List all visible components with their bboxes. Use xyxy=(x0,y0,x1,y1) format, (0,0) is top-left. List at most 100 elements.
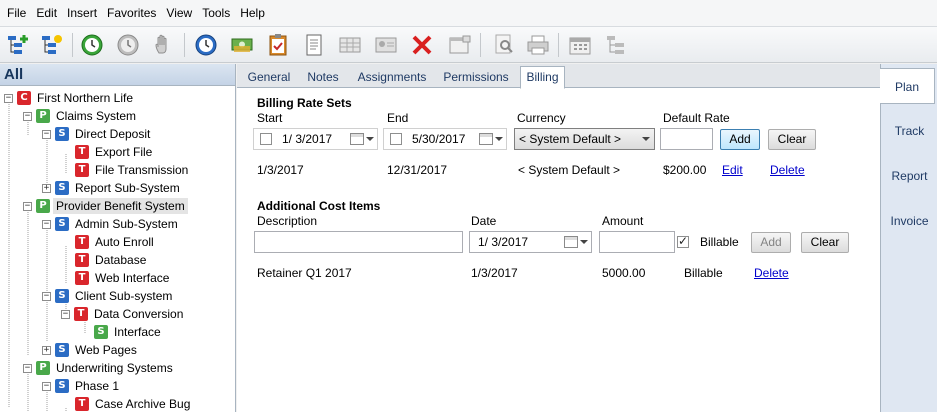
default-rate-label: Default Rate xyxy=(663,111,730,125)
tree-node-provider-benefit-system[interactable]: − P Provider Benefit System xyxy=(23,197,188,215)
document-icon[interactable] xyxy=(300,31,328,59)
add-sibling-node-icon[interactable] xyxy=(38,31,66,59)
tree-node-database[interactable]: T Database xyxy=(75,251,149,269)
tree-node-underwriting-systems[interactable]: − P Underwriting Systems xyxy=(23,359,176,377)
collapse-icon[interactable]: − xyxy=(42,219,51,229)
expand-icon[interactable]: + xyxy=(42,345,51,355)
end-date-picker[interactable]: 5/30/2017 xyxy=(383,128,507,150)
start-date-picker[interactable]: 1/ 3/2017 xyxy=(253,128,378,150)
menu-favorites[interactable]: Favorites xyxy=(102,0,161,26)
edit-rate-link[interactable]: Edit xyxy=(722,163,743,177)
clock-blue-icon[interactable] xyxy=(192,31,220,59)
collapse-icon[interactable]: − xyxy=(42,291,51,301)
side-tab-plan[interactable]: Plan xyxy=(880,68,935,104)
collapse-icon[interactable]: − xyxy=(42,381,51,391)
tree-node-first-northern-life[interactable]: − C First Northern Life xyxy=(4,89,136,107)
menu-file[interactable]: File xyxy=(2,0,31,26)
tree-node-web-interface[interactable]: T Web Interface xyxy=(75,269,172,287)
clock-gray-icon xyxy=(114,31,142,59)
side-tab-track[interactable]: Track xyxy=(881,113,937,149)
menu-tools[interactable]: Tools xyxy=(197,0,235,26)
calendar-icon[interactable] xyxy=(350,133,364,145)
task-badge-icon: T xyxy=(75,235,89,249)
delete-rate-link[interactable]: Delete xyxy=(770,163,805,177)
tab-general[interactable]: General xyxy=(243,67,295,88)
menu-bar: File Edit Insert Favorites View Tools He… xyxy=(0,0,937,26)
tab-assignments[interactable]: Assignments xyxy=(351,67,433,88)
tree-node-web-pages[interactable]: + S Web Pages xyxy=(42,341,140,359)
add-child-node-icon[interactable] xyxy=(4,31,32,59)
add-rate-button[interactable]: Add xyxy=(720,129,760,150)
tree-node-auto-enroll[interactable]: T Auto Enroll xyxy=(75,233,157,251)
task-badge-icon: T xyxy=(75,271,89,285)
tab-notes[interactable]: Notes xyxy=(301,67,345,88)
menu-view[interactable]: View xyxy=(161,0,197,26)
tab-billing[interactable]: Billing xyxy=(520,66,565,89)
start-date-checkbox[interactable] xyxy=(260,133,272,145)
collapse-icon[interactable]: − xyxy=(23,363,32,373)
billing-rate-sets-title: Billing Rate Sets xyxy=(257,96,352,110)
collapse-icon[interactable]: − xyxy=(4,93,13,103)
tree-node-label: Database xyxy=(95,253,147,267)
add-cost-button[interactable]: Add xyxy=(751,232,791,253)
menu-edit[interactable]: Edit xyxy=(31,0,62,26)
menu-insert[interactable]: Insert xyxy=(62,0,102,26)
tree-node-export-file[interactable]: T Export File xyxy=(75,143,155,161)
tab-permissions[interactable]: Permissions xyxy=(439,67,513,88)
tree-node-admin-sub-system[interactable]: − S Admin Sub-System xyxy=(42,215,181,233)
cost-date-picker[interactable]: 1/ 3/2017 xyxy=(469,231,592,253)
side-tab-strip: Plan Track Report Invoice xyxy=(880,64,937,412)
menu-help[interactable]: Help xyxy=(235,0,270,26)
rate-row-currency: < System Default > xyxy=(518,163,621,177)
main-content: General Notes Assignments Permissions Bi… xyxy=(237,64,880,412)
delete-x-icon[interactable] xyxy=(408,31,436,59)
expand-icon[interactable]: + xyxy=(42,183,51,193)
tree-node-case-archive-bug[interactable]: T Case Archive Bug xyxy=(61,395,193,412)
tree-node-client-sub-system[interactable]: − S Client Sub-system xyxy=(42,287,175,305)
preview-icon xyxy=(490,31,518,59)
amount-label: Amount xyxy=(602,214,644,228)
project-badge-icon: P xyxy=(36,199,50,213)
cost-amount-input[interactable] xyxy=(599,231,675,253)
chevron-down-icon[interactable] xyxy=(580,240,588,244)
rate-row-start: 1/3/2017 xyxy=(257,163,304,177)
tree-node-file-transmission[interactable]: T File Transmission xyxy=(75,161,191,179)
chevron-down-icon[interactable] xyxy=(366,137,374,141)
side-tab-report[interactable]: Report xyxy=(881,158,937,194)
clipboard-check-icon[interactable] xyxy=(264,31,292,59)
tree-node-interface[interactable]: S Interface xyxy=(94,323,164,341)
collapse-icon[interactable]: − xyxy=(23,111,32,121)
side-tab-invoice[interactable]: Invoice xyxy=(881,203,937,239)
tree-node-report-sub-system[interactable]: + S Report Sub-System xyxy=(42,179,183,197)
collapse-icon[interactable]: − xyxy=(23,201,32,211)
tree-node-direct-deposit[interactable]: − S Direct Deposit xyxy=(42,125,153,143)
billable-label: Billable xyxy=(700,235,739,249)
calendar-icon[interactable] xyxy=(564,236,578,248)
currency-select[interactable]: < System Default > xyxy=(514,128,655,150)
chevron-down-icon[interactable] xyxy=(495,137,503,141)
tree-node-label: First Northern Life xyxy=(37,91,134,105)
rate-row-end: 12/31/2017 xyxy=(387,163,448,177)
table-icon xyxy=(336,31,364,59)
cost-description-input[interactable] xyxy=(254,231,463,253)
clear-cost-button[interactable]: Clear xyxy=(801,232,849,253)
tree-node-phase-1[interactable]: − S Phase 1 xyxy=(42,377,122,395)
collapse-icon[interactable]: − xyxy=(61,309,70,319)
billable-checkbox[interactable] xyxy=(677,234,689,248)
hierarchy-icon xyxy=(602,31,630,59)
end-date-value: 5/30/2017 xyxy=(412,132,466,146)
default-rate-input[interactable] xyxy=(660,128,713,150)
money-icon[interactable] xyxy=(228,31,256,59)
subsystem-badge-icon: S xyxy=(55,181,69,195)
cost-row-billable: Billable xyxy=(684,266,723,280)
tab-strip: General Notes Assignments Permissions Bi… xyxy=(237,64,880,89)
clear-rate-button[interactable]: Clear xyxy=(768,129,816,150)
chevron-down-icon[interactable] xyxy=(642,137,650,141)
end-date-checkbox[interactable] xyxy=(390,133,402,145)
collapse-icon[interactable]: − xyxy=(42,129,51,139)
tree-node-claims-system[interactable]: − P Claims System xyxy=(23,107,139,125)
delete-cost-link[interactable]: Delete xyxy=(754,266,789,280)
clock-start-icon[interactable] xyxy=(78,31,106,59)
tree-node-data-conversion[interactable]: − T Data Conversion xyxy=(61,305,186,323)
calendar-icon[interactable] xyxy=(479,133,493,145)
